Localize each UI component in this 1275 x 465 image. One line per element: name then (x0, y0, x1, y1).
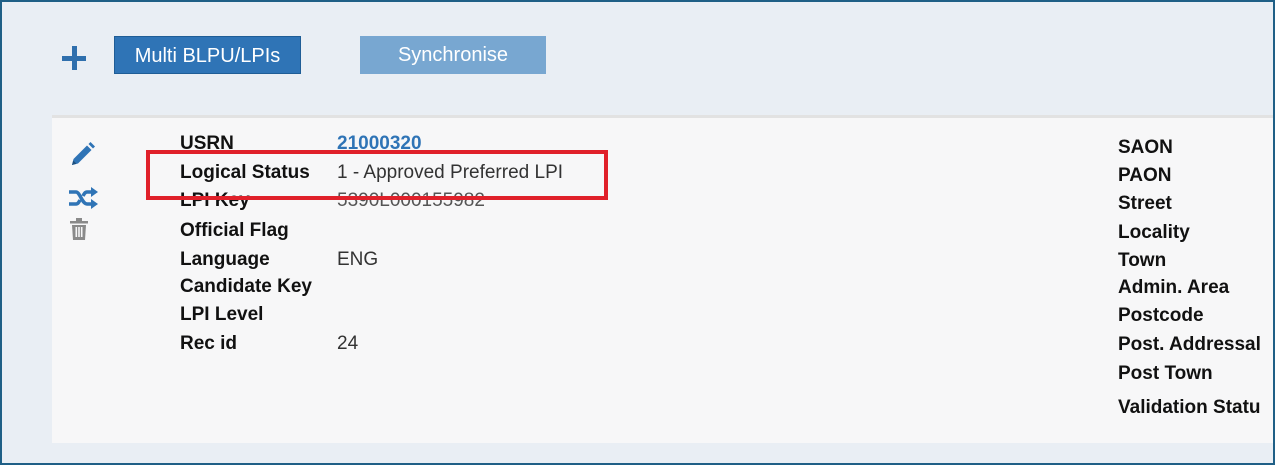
panel-divider (52, 115, 1273, 118)
field-value: 24 (337, 333, 359, 354)
shuffle-icon[interactable] (68, 187, 98, 209)
saon-label: SAON (1118, 137, 1173, 158)
app-frame: Multi BLPU/LPIs Synchronise USRN 2100032… (0, 0, 1275, 465)
postcode-label: Postcode (1118, 305, 1204, 326)
post-town-label: Post Town (1118, 363, 1213, 384)
post-addressable-label: Post. Addressal (1118, 334, 1261, 355)
add-icon[interactable] (62, 46, 86, 70)
trash-icon[interactable] (70, 218, 88, 240)
locality-label: Locality (1118, 222, 1190, 243)
field-value: ENG (337, 249, 379, 270)
field-label: Language (180, 249, 270, 270)
highlight-box (146, 150, 608, 200)
town-label: Town (1118, 250, 1167, 271)
field-label: Candidate Key (180, 276, 312, 297)
validation-status-label: Validation Statu (1118, 397, 1261, 418)
field-label: Official Flag (180, 220, 289, 241)
admin-area-label: Admin. Area (1118, 277, 1230, 298)
toolbar: Multi BLPU/LPIs Synchronise (2, 2, 1273, 112)
field-label: Rec id (180, 333, 238, 354)
field-label: LPI Level (180, 304, 264, 325)
pencil-icon[interactable] (68, 141, 96, 169)
multi-blpu-lpis-button[interactable]: Multi BLPU/LPIs (114, 36, 301, 74)
paon-label: PAON (1118, 165, 1172, 186)
street-label: Street (1118, 193, 1172, 214)
synchronise-button[interactable]: Synchronise (360, 36, 546, 74)
